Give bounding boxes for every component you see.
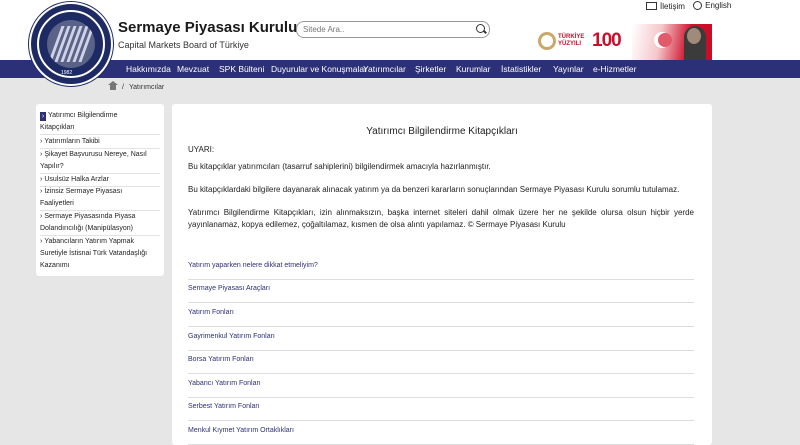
top-links: İletişim English — [646, 1, 737, 12]
sidebar-item-label: Yatırımların Takibi — [44, 138, 100, 145]
spk-logo[interactable]: 1982 — [29, 2, 113, 86]
booklet-link-yabanci[interactable]: Yabancı Yatırım Fonları — [188, 379, 694, 398]
sidebar-item-sikayet[interactable]: › Şikayet Başvurusu Nereye, Nasıl Yapılır? — [40, 149, 160, 174]
page-title: Yatırımcı Bilgilendirme Kitapçıkları — [366, 126, 518, 137]
turkish-flag-banner — [632, 24, 712, 60]
turkiye-yuzyili-logo: TÜRKİYE YÜZYILI — [538, 30, 586, 54]
booklet-link-yatirim-fonlari[interactable]: Yatırım Fonları — [188, 308, 694, 327]
sidebar-item-izinsiz[interactable]: › İzinsiz Sermaye Piyasası Faaliyetleri — [40, 186, 160, 211]
paragraph-3: Yatırımcı Bilgilendirme Kitapçıkları, iz… — [188, 208, 694, 229]
sidebar-item-label: Faaliyetleri — [40, 200, 74, 207]
globe-icon — [693, 1, 703, 10]
nav-item-kurumlar[interactable]: Kurumlar — [456, 60, 490, 78]
site-header: İletişim English Sermaye Piyasası Kurulu… — [0, 0, 800, 60]
brand-title[interactable]: Sermaye Piyasası Kurulu — [118, 19, 297, 36]
breadcrumb-separator: / — [122, 84, 124, 91]
sidebar-item-label: Kazanımı — [40, 262, 70, 269]
brand-subtitle: Capital Markets Board of Türkiye — [118, 40, 249, 50]
chevron-right-icon: › — [40, 238, 43, 245]
sidebar-item-vatandaslik[interactable]: › Yabancıların Yatırım Yapmak Suretiyle İs… — [40, 236, 160, 272]
logo-year: 1982 — [61, 70, 73, 76]
search-box[interactable] — [296, 21, 490, 38]
sidebar-item-label: Yatırımcı Bilgilendirme — [48, 112, 118, 119]
mail-icon — [646, 2, 657, 10]
contact-link[interactable]: İletişim — [646, 2, 685, 11]
chevron-right-icon: › — [40, 188, 43, 195]
booklet-link-menkul[interactable]: Menkul Kıymet Yatırım Ortaklıkları — [188, 426, 694, 445]
sidebar: › Yatırımcı Bilgilendirme Kitapçıkları › Ya… — [36, 104, 164, 276]
nav-item-hakkimizda[interactable]: Hakkımızda — [126, 60, 171, 78]
nav-item-mevzuat[interactable]: Mevzuat — [177, 60, 209, 78]
english-link[interactable]: English — [693, 1, 731, 10]
nav-item-istatistikler[interactable]: İstatistikler — [501, 60, 541, 78]
sidebar-item-label: Sermaye Piyasasında Piyasa — [44, 213, 136, 220]
sidebar-item-label: Dolandırıcılığı (Manipülasyon) — [40, 225, 133, 232]
english-label: English — [705, 1, 732, 10]
search-input[interactable] — [303, 22, 468, 37]
search-icon[interactable] — [476, 24, 485, 33]
chevron-right-icon: › — [40, 213, 43, 220]
sidebar-item-label: Usulsüz Halka Arzlar — [44, 176, 109, 183]
sidebar-item-manipulasyon[interactable]: › Sermaye Piyasasında Piyasa Dolandırıcılı… — [40, 211, 160, 236]
nav-item-sirketler[interactable]: Şirketler — [415, 60, 446, 78]
warning-label: UYARI: — [188, 145, 215, 154]
sidebar-item-bilgilendirme[interactable]: › Yatırımcı Bilgilendirme Kitapçıkları — [40, 110, 160, 135]
paragraph-2: Bu kitapçıklardaki bilgilere dayanarak a… — [188, 185, 680, 194]
sidebar-item-label: Yapılır? — [40, 163, 64, 170]
chevron-right-icon: › — [40, 112, 46, 121]
sidebar-item-label: Yabancıların Yatırım Yapmak — [44, 238, 134, 245]
nav-item-yatirimcilar[interactable]: Yatırımcılar — [363, 60, 406, 78]
main-nav: Hakkımızda Mevzuat SPK Bülteni Duyurular… — [0, 60, 800, 78]
chevron-right-icon: › — [40, 176, 43, 183]
home-icon[interactable] — [108, 81, 118, 91]
sidebar-item-label: İzinsiz Sermaye Piyasası — [44, 188, 123, 195]
sidebar-item-label: Şikayet Başvurusu Nereye, Nasıl — [44, 151, 147, 158]
sidebar-item-label: Suretiyle İstisnai Türk Vatandaşlığı — [40, 250, 148, 257]
booklet-link-borsa[interactable]: Borsa Yatırım Fonları — [188, 355, 694, 374]
nav-item-duyurular[interactable]: Duyurular ve Konuşmalar — [271, 60, 367, 78]
turkiye-yuzyili-text: TÜRKİYE YÜZYILI — [558, 34, 585, 47]
nav-item-yayinlar[interactable]: Yayınlar — [553, 60, 584, 78]
breadcrumb-current[interactable]: Yatırımcılar — [129, 84, 164, 91]
booklet-link-araclar[interactable]: Sermaye Piyasası Araçları — [188, 284, 694, 303]
booklet-link-gayrimenkul[interactable]: Gayrimenkul Yatırım Fonları — [188, 332, 694, 351]
paragraph-1: Bu kitapçıklar yatırımcıları (tasarruf s… — [188, 162, 491, 171]
breadcrumb: / Yatırımcılar — [108, 81, 164, 91]
main-content: Yatırımcı Bilgilendirme Kitapçıkları UYA… — [172, 104, 712, 445]
contact-label: İletişim — [660, 1, 685, 11]
nav-item-spk-bulteni[interactable]: SPK Bülteni — [219, 60, 264, 78]
sidebar-item-label: Kitapçıkları — [40, 124, 75, 131]
booklet-link-serbest[interactable]: Serbest Yatırım Fonları — [188, 402, 694, 421]
nav-item-e-hizmetler[interactable]: e-Hizmetler — [593, 60, 636, 78]
hundred-year-logo: 100 — [592, 30, 622, 51]
chevron-right-icon: › — [40, 151, 43, 158]
sidebar-item-takip[interactable]: › Yatırımların Takibi — [40, 136, 160, 149]
booklet-link-dikkat[interactable]: Yatırım yaparken nelere dikkat etmeliyim… — [188, 261, 694, 280]
chevron-right-icon: › — [40, 138, 43, 145]
